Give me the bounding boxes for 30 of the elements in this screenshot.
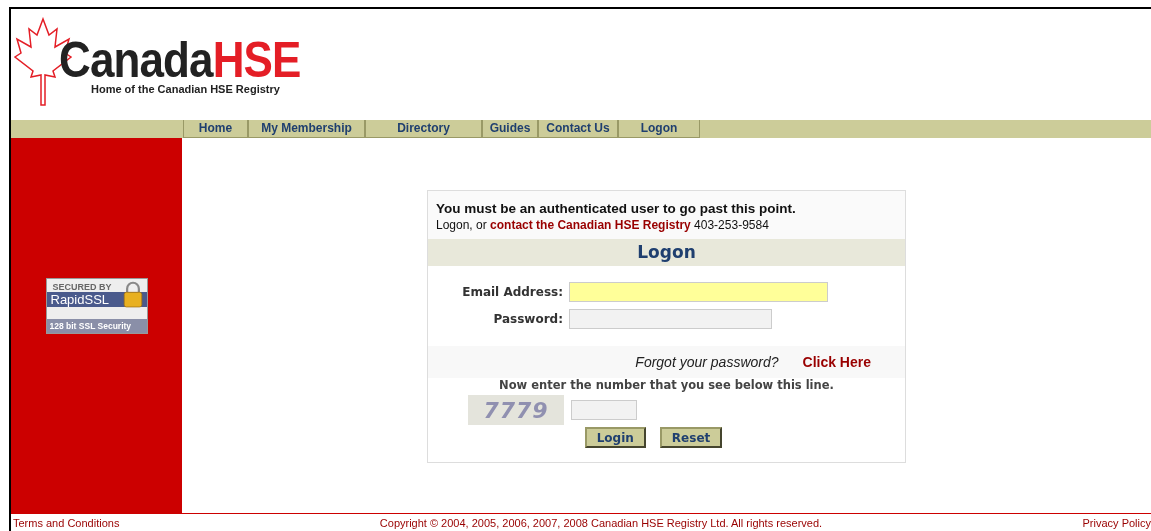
nav-link[interactable]: Guides — [482, 120, 538, 138]
forgot-text: Forgot your password? — [635, 354, 779, 370]
terms-link[interactable]: Terms and Conditions — [13, 516, 120, 529]
input-field[interactable] — [571, 400, 637, 420]
logo-tagline: Home of the Canadian HSE Registry — [91, 83, 281, 95]
copyright-text: Copyright © 2004, 2005, 2006, 2007, 2008 Canadian HSE Registry Ltd. All rights reserved. — [379, 516, 823, 529]
section-heading: Logon — [428, 239, 905, 266]
field-label: Email Address: — [461, 285, 563, 299]
nav-link[interactable]: Directory — [365, 120, 482, 138]
nav-link[interactable]: My Membership — [248, 120, 365, 138]
padlock-icon — [121, 280, 144, 308]
nav-link[interactable]: Home — [183, 120, 248, 138]
logo-text: CanadaHSE — [59, 35, 301, 85]
forgot-link[interactable]: Click Here — [802, 354, 871, 370]
captcha-prompt: Now enter the number that you see below this line. — [498, 378, 835, 392]
phone-number: 403-253-9584 — [693, 218, 769, 232]
intro-text: Logon, or — [436, 218, 488, 232]
field-label: Password: — [492, 312, 563, 326]
nav-link[interactable]: Logon — [618, 120, 700, 138]
captcha-image: 7779 — [468, 395, 564, 425]
contact-link[interactable]: contact the Canadian HSE Registry — [490, 218, 691, 232]
badge-text: 128 bit SSL Security — [46, 318, 147, 333]
nav-link[interactable]: Contact Us — [538, 120, 618, 138]
form-button[interactable]: Reset — [659, 427, 723, 448]
input-field[interactable] — [569, 282, 828, 302]
privacy-link[interactable]: Privacy Policy — [1082, 516, 1151, 529]
form-button[interactable]: Login — [584, 427, 646, 448]
badge-text: SECURED BY — [51, 280, 113, 292]
notice-text: You must be an authenticated user to go past this point. — [436, 201, 797, 217]
input-field[interactable] — [569, 309, 772, 329]
